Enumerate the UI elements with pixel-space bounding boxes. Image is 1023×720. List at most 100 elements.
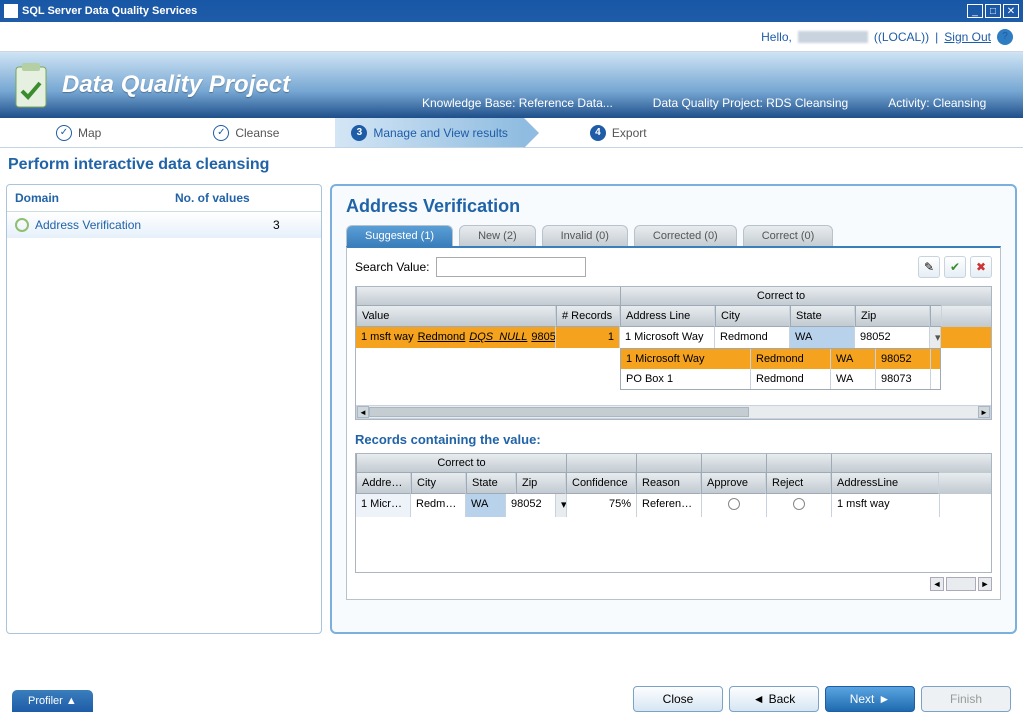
clipboard-icon <box>10 59 52 111</box>
username-redacted <box>798 31 868 43</box>
scroll-right-icon[interactable]: ► <box>978 406 990 418</box>
cell-state[interactable]: WA <box>790 327 855 348</box>
super-correct-to: Correct to <box>620 287 941 306</box>
rc-conf: 75% <box>567 494 637 517</box>
rc-zip[interactable]: 98052 <box>506 494 556 517</box>
records-subheading: Records containing the value: <box>355 432 992 447</box>
back-button[interactable]: ◄ Back <box>729 686 819 712</box>
chevron-up-icon: ▲ <box>66 695 77 707</box>
col-zip2[interactable]: Zip <box>516 473 566 494</box>
col-value[interactable]: Value <box>356 306 556 327</box>
tab-new[interactable]: New (2) <box>459 225 536 246</box>
step-export[interactable]: 4 Export <box>574 118 663 147</box>
radio-icon <box>728 498 740 510</box>
opt-state: WA <box>831 369 876 389</box>
step-label: Manage and View results <box>373 126 508 140</box>
divider: | <box>935 30 938 44</box>
check-icon: ✓ <box>213 125 229 141</box>
close-button[interactable]: Close <box>633 686 723 712</box>
footer-buttons: Close ◄ Back Next ► Finish <box>633 686 1011 712</box>
window-title: SQL Server Data Quality Services <box>22 5 965 17</box>
dropdown-option[interactable]: PO Box 1 Redmond WA 98073 <box>621 369 940 389</box>
cell-addr: 1 Microsoft Way <box>620 327 715 348</box>
domain-count: 3 <box>273 218 313 232</box>
domain-icon <box>15 218 29 232</box>
records-hscroll: ◄ ► <box>355 577 992 591</box>
col-addr2[interactable]: Address L <box>356 473 411 494</box>
app-title: Data Quality Project <box>62 71 402 99</box>
col-domain: Domain <box>15 191 175 205</box>
next-button[interactable]: Next ► <box>825 686 915 712</box>
dropdown-option[interactable]: 1 Microsoft Way Redmond WA 98052 <box>621 349 940 369</box>
scroll-left-icon[interactable]: ◄ <box>930 577 944 591</box>
step-manage-view-results[interactable]: 3 Manage and View results <box>335 118 524 147</box>
profiler-expander[interactable]: Profiler ▲ <box>12 690 93 712</box>
close-window-button[interactable]: ✕ <box>1003 4 1019 18</box>
col-state[interactable]: State <box>790 306 855 327</box>
radio-icon <box>793 498 805 510</box>
col-approve[interactable]: Approve <box>701 473 766 494</box>
search-label: Search Value: <box>355 260 430 274</box>
values-grid: Correct to Value # Records Address Line … <box>355 286 992 420</box>
records-grid: Correct to Address L City State Zip Conf… <box>355 453 992 573</box>
approve-all-button[interactable]: ✔ <box>944 256 966 278</box>
tab-suggested[interactable]: Suggested (1) <box>346 225 453 246</box>
cell-records: 1 <box>556 327 620 348</box>
col-conf[interactable]: Confidence <box>566 473 636 494</box>
record-row[interactable]: 1 Microsof Redmond WA 98052 ▾ 75% Refere… <box>356 494 991 517</box>
search-input[interactable] <box>436 257 586 277</box>
cell-zip[interactable]: 98052 <box>855 327 930 348</box>
knowledge-base-label: Knowledge Base: Reference Data... <box>422 96 613 110</box>
addr-text[interactable]: 1 Microsoft Way <box>625 331 703 343</box>
reject-all-button[interactable]: ✖ <box>970 256 992 278</box>
panel-heading: Address Verification <box>346 196 1001 217</box>
spellcheck-button[interactable]: ✎ <box>918 256 940 278</box>
correct-to-dropdown: 1 Microsoft Way Redmond WA 98052 PO Box … <box>620 348 941 390</box>
step-map[interactable]: ✓ Map <box>40 118 117 147</box>
scroll-thumb[interactable] <box>946 577 976 591</box>
col-addrline[interactable]: AddressLine <box>831 473 939 494</box>
scroll-left-icon[interactable]: ◄ <box>357 406 369 418</box>
scroll-thumb[interactable] <box>369 407 749 417</box>
domain-row-address-verification[interactable]: Address Verification 3 <box>7 212 321 238</box>
maximize-button[interactable]: □ <box>985 4 1001 18</box>
tab-invalid[interactable]: Invalid (0) <box>542 225 628 246</box>
col-records[interactable]: # Records <box>556 306 620 327</box>
rc-dropdown-toggle[interactable]: ▾ <box>556 494 567 517</box>
result-tabs: Suggested (1) New (2) Invalid (0) Correc… <box>346 225 1001 246</box>
opt-addr: 1 Microsoft Way <box>621 349 751 369</box>
col-reject[interactable]: Reject <box>766 473 831 494</box>
section-title: Perform interactive data cleansing <box>0 148 1023 178</box>
rc-addr[interactable]: 1 Microsof <box>356 494 411 517</box>
col-city[interactable]: City <box>715 306 790 327</box>
blank <box>636 454 701 473</box>
opt-city: Redmond <box>751 369 831 389</box>
scroll-right-icon[interactable]: ► <box>978 577 992 591</box>
rc-reject[interactable] <box>767 494 832 517</box>
blank <box>701 454 766 473</box>
rc-city[interactable]: Redmond <box>411 494 466 517</box>
rc-state[interactable]: WA <box>466 494 506 517</box>
cell-city[interactable]: Redmond <box>715 327 790 348</box>
grid-hscrollbar[interactable]: ◄ ► <box>356 405 991 419</box>
col-zip[interactable]: Zip <box>855 306 930 327</box>
tab-corrected[interactable]: Corrected (0) <box>634 225 737 246</box>
help-icon[interactable]: ? <box>997 29 1013 45</box>
value-row[interactable]: 1 msft way Redmond DQS_NULL 98052 1 1 Mi… <box>356 327 991 348</box>
step-cleanse[interactable]: ✓ Cleanse <box>197 118 295 147</box>
rc-reason: Reference d <box>637 494 702 517</box>
minimize-button[interactable]: _ <box>967 4 983 18</box>
col-city2[interactable]: City <box>411 473 466 494</box>
hello-label: Hello, <box>761 30 792 44</box>
col-more[interactable] <box>930 306 942 327</box>
next-label: Next <box>850 692 875 706</box>
tab-correct[interactable]: Correct (0) <box>743 225 834 246</box>
col-state2[interactable]: State <box>466 473 516 494</box>
rc-approve[interactable] <box>702 494 767 517</box>
user-bar: Hello, ((LOCAL)) | Sign Out ? <box>0 22 1023 52</box>
project-label: Data Quality Project: RDS Cleansing <box>653 96 848 110</box>
col-addr[interactable]: Address Line <box>620 306 715 327</box>
col-reason[interactable]: Reason <box>636 473 701 494</box>
sign-out-link[interactable]: Sign Out <box>944 30 991 44</box>
dropdown-toggle[interactable]: ▾ <box>930 327 941 348</box>
